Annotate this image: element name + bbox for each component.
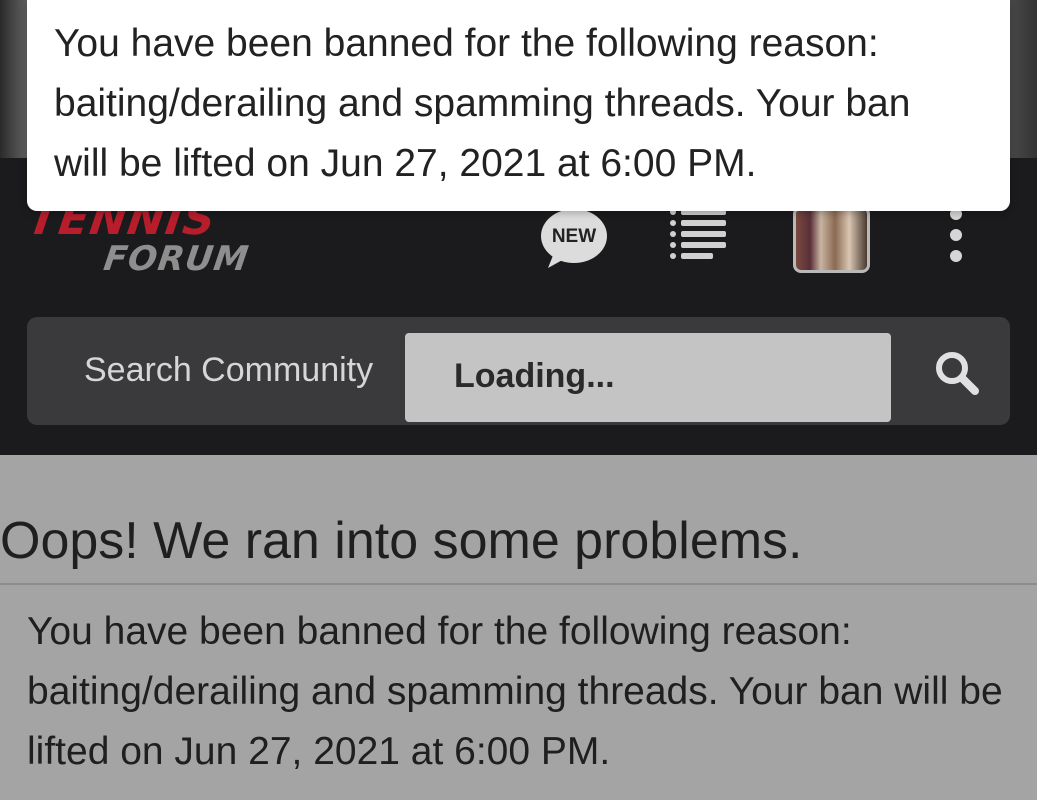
user-avatar[interactable] [793,206,870,273]
toast-message: You have been banned for the following r… [54,22,911,185]
list-icon [670,209,726,259]
error-title: Oops! We ran into some problems. [0,512,803,570]
loading-text: Loading... [454,357,615,395]
new-posts-button[interactable]: NEW [540,207,608,269]
list-button[interactable] [668,208,730,264]
logo-forum-text: FORUM [101,239,252,279]
divider [0,583,1037,585]
ban-notice-toast[interactable]: You have been banned for the following r… [27,0,1010,211]
more-vertical-icon [950,208,962,262]
search-input[interactable]: Search Community [84,350,373,391]
error-message: You have been banned for the following r… [27,610,1003,773]
page: TENNIS FORUM NEW Search Community Loadin… [0,0,1037,800]
new-badge-label: NEW [551,226,597,247]
search-button[interactable] [932,348,982,398]
search-icon [936,352,979,395]
loading-indicator: Loading... [405,333,891,422]
site-logo[interactable]: TENNIS FORUM [24,194,268,288]
more-options-button[interactable] [940,208,972,264]
